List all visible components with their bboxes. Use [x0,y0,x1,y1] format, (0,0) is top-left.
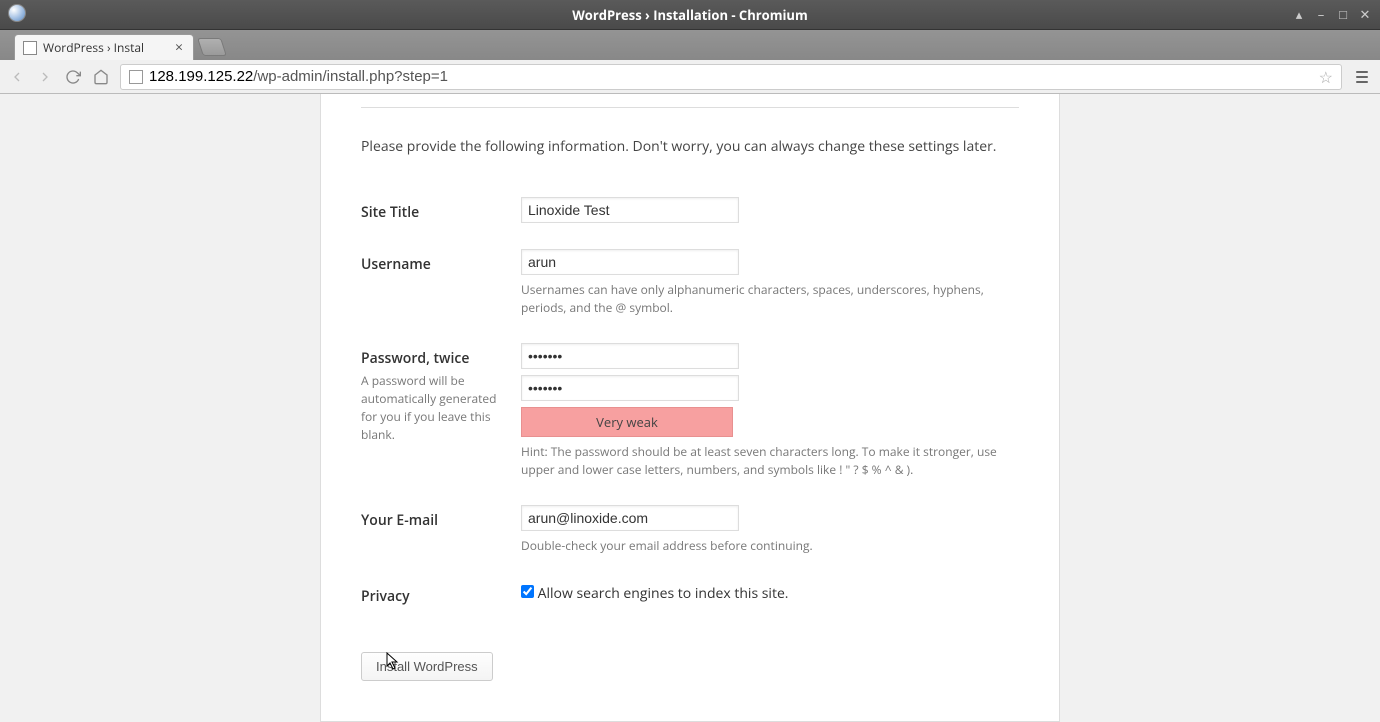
email-hint: Double-check your email address before c… [521,537,1019,555]
page-favicon-icon [129,70,143,84]
tab-bar: WordPress › Instal × [0,30,1380,60]
url-path: /wp-admin/install.php?step=1 [253,68,448,85]
username-hint: Usernames can have only alphanumeric cha… [521,281,1019,317]
minimize-button[interactable]: – [1314,7,1328,21]
password-hint: Hint: The password should be at least se… [521,443,1019,479]
maximize-button[interactable]: □ [1336,7,1350,21]
divider [361,107,1019,108]
url-domain: 128.199.125.22 [149,68,253,85]
new-tab-button[interactable] [197,38,227,56]
intro-text: Please provide the following information… [361,136,1019,157]
install-form-table: Site Title Username Usernames can have o… [361,187,1019,622]
privacy-label-wrapper[interactable]: Allow search engines to index this site. [521,584,789,603]
row-email: Your E-mail Double-check your email addr… [361,495,1019,571]
window-title: WordPress › Installation - Chromium [572,6,808,24]
row-privacy: Privacy Allow search engines to index th… [361,571,1019,622]
username-input[interactable] [521,249,739,275]
tab-close-icon[interactable]: × [173,38,185,57]
privacy-checkbox[interactable] [521,585,534,598]
address-bar[interactable]: 128.199.125.22/wp-admin/install.php?step… [120,64,1342,90]
window-up-icon[interactable]: ▴ [1292,7,1306,21]
password-strength-meter: Very weak [521,407,733,437]
close-button[interactable]: ✕ [1358,7,1372,21]
password2-input[interactable] [521,375,739,401]
label-privacy: Privacy [361,571,521,622]
password-sublabel: A password will be automatically generat… [361,372,501,444]
tab-title: WordPress › Instal [43,39,167,56]
label-site-title: Site Title [361,187,521,239]
back-button[interactable] [8,68,26,86]
row-password: Password, twice A password will be autom… [361,333,1019,495]
password1-input[interactable] [521,343,739,369]
reload-button[interactable] [64,68,82,86]
tab-favicon-icon [23,41,37,55]
install-form-container: Please provide the following information… [320,94,1060,722]
row-site-title: Site Title [361,187,1019,239]
home-button[interactable] [92,68,110,86]
browser-toolbar: 128.199.125.22/wp-admin/install.php?step… [0,60,1380,94]
privacy-text: Allow search engines to index this site. [538,584,789,603]
label-email: Your E-mail [361,495,521,571]
window-titlebar: WordPress › Installation - Chromium ▴ – … [0,0,1380,30]
label-username: Username [361,239,521,333]
browser-tab[interactable]: WordPress › Instal × [14,34,194,60]
hamburger-menu-icon[interactable] [1352,67,1372,87]
app-icon [8,4,26,22]
page-viewport[interactable]: Please provide the following information… [0,94,1380,722]
forward-button[interactable] [36,68,54,86]
site-title-input[interactable] [521,197,739,223]
row-username: Username Usernames can have only alphanu… [361,239,1019,333]
url-text: 128.199.125.22/wp-admin/install.php?step… [149,68,1313,85]
install-wordpress-button[interactable]: Install WordPress [361,652,493,681]
email-input[interactable] [521,505,739,531]
bookmark-star-icon[interactable]: ☆ [1319,66,1333,88]
label-password: Password, twice [361,349,469,368]
